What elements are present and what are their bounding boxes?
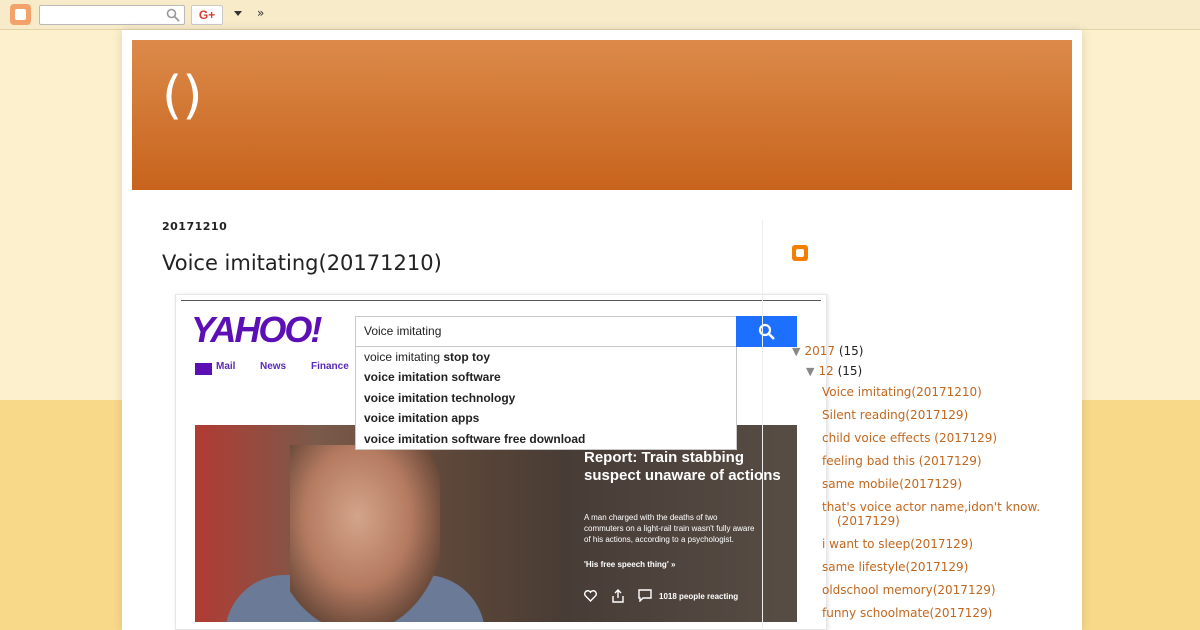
image-nav-finance: Finance <box>311 361 349 372</box>
image-hero-photo: Report: Train stabbing suspect unaware o… <box>195 425 797 622</box>
archive-month: ▼ 12 (15) <box>806 364 862 378</box>
archive-year: ▼ 2017 (15) <box>792 344 863 358</box>
hero-headline: Report: Train stabbing suspect unaware o… <box>584 449 781 484</box>
suggestion-item: voice imitation software free download <box>364 432 585 446</box>
hero-quote: 'His free speech thing' » <box>584 560 676 569</box>
suggestion-item: voice imitation apps <box>364 411 479 425</box>
image-nav-mail: Mail <box>216 361 236 372</box>
yahoo-logo: YAHOO! <box>191 309 322 350</box>
archive-month-link[interactable]: 12 <box>818 364 833 378</box>
archive-post-link[interactable]: that's voice actor name,idon't know.(201… <box>822 500 1052 528</box>
archive-month-count: (15) <box>837 364 863 378</box>
post-title[interactable]: Voice imitating(20171210) <box>162 251 442 275</box>
google-plus-button[interactable]: G+ <box>191 5 223 25</box>
suggestion-rest: voice imitation technology <box>364 391 516 405</box>
suggestion-prefix: voice imitating <box>364 350 444 364</box>
archive-post-link[interactable]: Silent reading(2017129) <box>822 408 1052 422</box>
archive-post-link[interactable]: child voice effects (2017129) <box>822 431 1052 445</box>
blogger-logo-icon[interactable] <box>10 4 31 25</box>
navbar: G+ » <box>0 0 1200 30</box>
image-search-text: Voice imitating <box>364 324 442 338</box>
image-search-button <box>736 316 797 347</box>
image-nav-news: News <box>260 361 287 372</box>
suggestion-rest: voice imitation software <box>364 370 501 384</box>
search-icon <box>758 323 775 340</box>
suggestion-rest: voice imitation software free download <box>364 432 586 446</box>
suggestion-item: voice imitating stop toy <box>364 350 490 364</box>
image-suggestion-list: voice imitating stop toy voice imitation… <box>355 347 737 450</box>
archive-post-link[interactable]: feeling bad this (2017129) <box>822 454 1052 468</box>
share-icon <box>612 589 624 603</box>
divider <box>181 300 821 301</box>
navbar-search-input[interactable] <box>39 5 185 25</box>
archive-year-link[interactable]: 2017 <box>804 344 835 358</box>
photo-person <box>290 445 440 622</box>
heart-icon <box>584 590 597 602</box>
more-button[interactable]: » <box>257 6 264 20</box>
toggle-down-icon[interactable]: ▼ <box>792 345 800 358</box>
archive-post-link[interactable]: oldschool memory(2017129) <box>822 583 1052 597</box>
post-screenshot-image[interactable]: YAHOO! Voice imitating Mail News Finance… <box>175 294 827 630</box>
suggestion-rest: stop toy <box>443 350 491 364</box>
post-date: 20171210 <box>162 220 228 233</box>
hero-description: A man charged with the deaths of two com… <box>584 513 755 544</box>
archive-post-link[interactable]: same mobile(2017129) <box>822 477 1052 491</box>
suggestion-rest: voice imitation apps <box>364 411 480 425</box>
image-search-field: Voice imitating <box>355 316 737 347</box>
page-content: () 20171210 Voice imitating(20171210) YA… <box>122 30 1082 630</box>
toggle-down-icon[interactable]: ▼ <box>806 365 814 378</box>
blog-title[interactable]: () <box>162 66 203 126</box>
hero-actions: 1018 people reacting <box>584 589 784 605</box>
search-icon[interactable] <box>166 8 180 22</box>
mail-icon <box>195 363 212 375</box>
archive-post-link[interactable]: Voice imitating(20171210) <box>822 385 1052 399</box>
archive-post-link[interactable]: i want to sleep(2017129) <box>822 537 1052 551</box>
comment-icon <box>638 589 652 602</box>
blog-header: () <box>132 40 1072 190</box>
chevron-down-icon[interactable] <box>234 11 242 16</box>
archive-post-link[interactable]: funny schoolmate(2017129) <box>822 606 1052 620</box>
blogger-profile-icon[interactable] <box>792 245 808 261</box>
archive-post-link[interactable]: same lifestyle(2017129) <box>822 560 1052 574</box>
archive-year-count: (15) <box>838 344 864 358</box>
hero-reactions: 1018 people reacting <box>659 592 739 601</box>
suggestion-item: voice imitation software <box>364 370 501 384</box>
suggestion-item: voice imitation technology <box>364 391 515 405</box>
sidebar-divider <box>762 220 763 630</box>
